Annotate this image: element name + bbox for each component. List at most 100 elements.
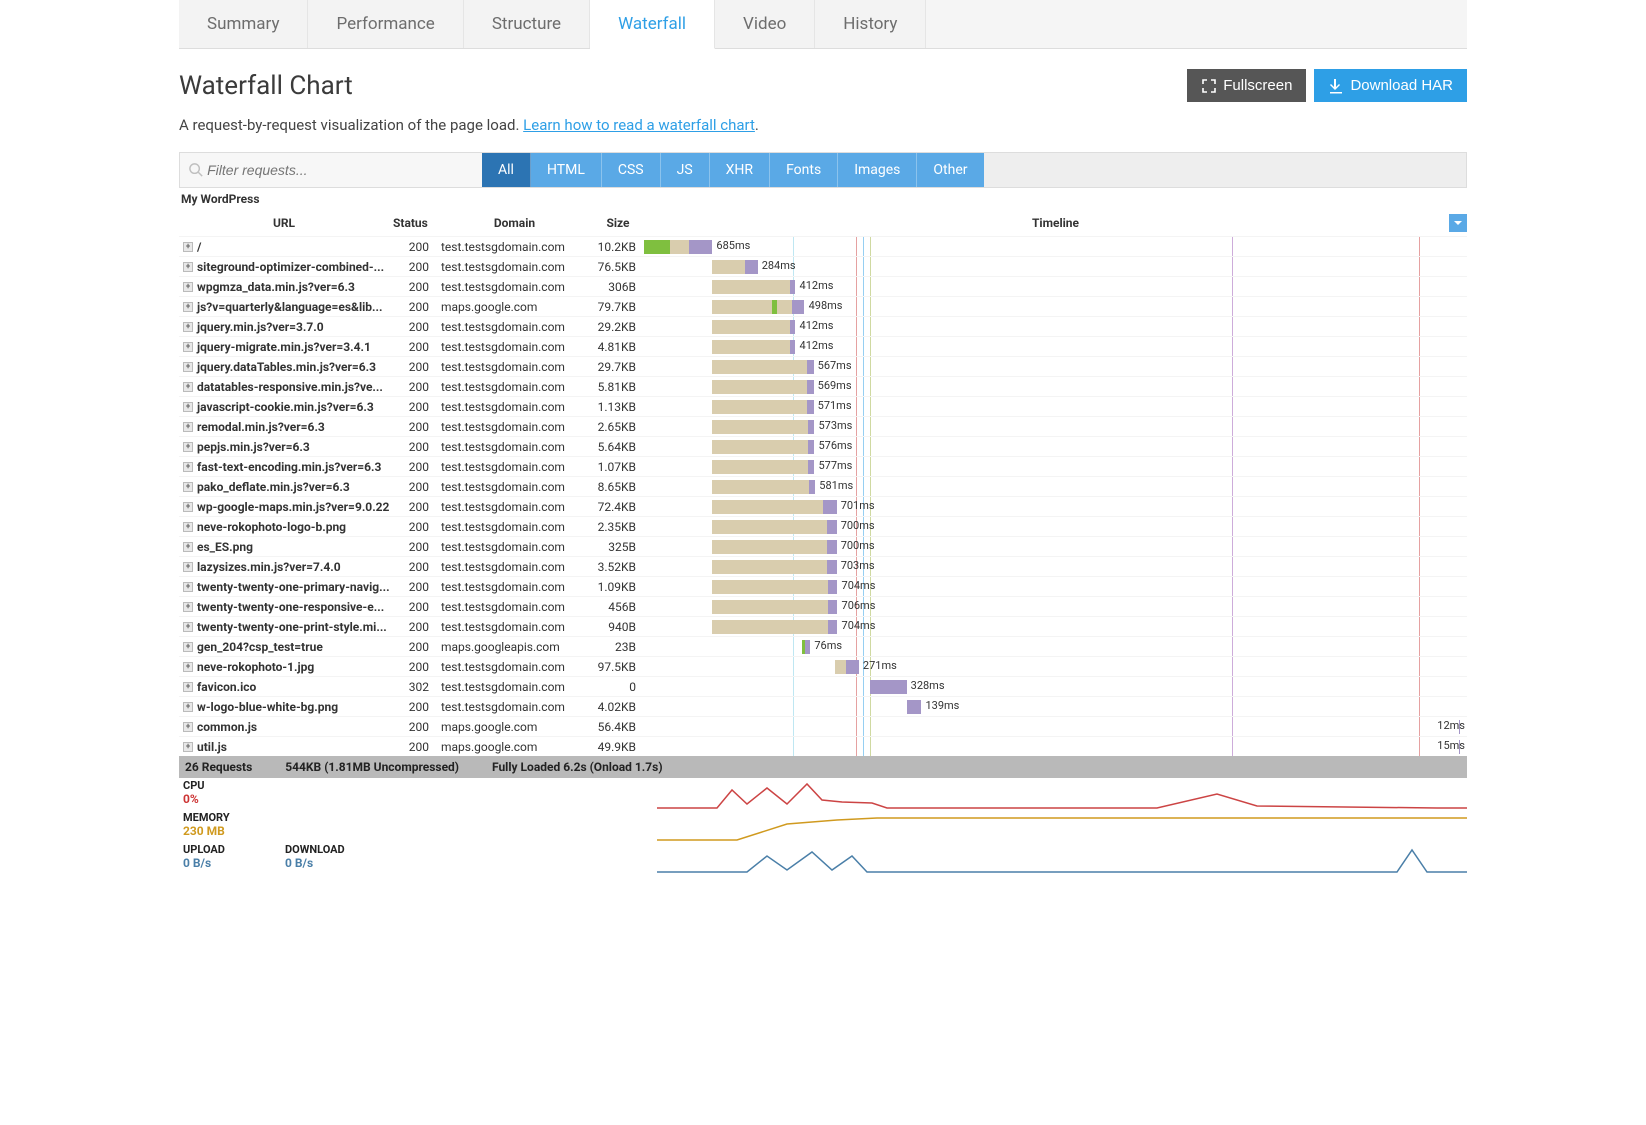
timeline-cell: 412ms bbox=[644, 277, 1467, 296]
filter-images[interactable]: Images bbox=[838, 153, 917, 187]
request-row[interactable]: +js?v=quarterly&language=es&lib...200map… bbox=[179, 296, 1467, 316]
expand-icon[interactable]: + bbox=[183, 702, 193, 712]
expand-icon[interactable]: + bbox=[183, 242, 193, 252]
expand-icon[interactable]: + bbox=[183, 642, 193, 652]
status-cell: 200 bbox=[389, 620, 437, 634]
request-row[interactable]: +es_ES.png200test.testsgdomain.com325B70… bbox=[179, 536, 1467, 556]
expand-icon[interactable]: + bbox=[183, 342, 193, 352]
col-status: Status bbox=[389, 214, 437, 232]
tab-video[interactable]: Video bbox=[715, 0, 815, 48]
expand-icon[interactable]: + bbox=[183, 442, 193, 452]
expand-icon[interactable]: + bbox=[183, 382, 193, 392]
tab-structure[interactable]: Structure bbox=[464, 0, 590, 48]
expand-icon[interactable]: + bbox=[183, 602, 193, 612]
filter-css[interactable]: CSS bbox=[602, 153, 661, 187]
expand-icon[interactable]: + bbox=[183, 322, 193, 332]
expand-icon[interactable]: + bbox=[183, 282, 193, 292]
url-text: twenty-twenty-one-print-style.mi... bbox=[197, 620, 387, 634]
filter-html[interactable]: HTML bbox=[531, 153, 602, 187]
status-cell: 200 bbox=[389, 400, 437, 414]
tab-waterfall[interactable]: Waterfall bbox=[590, 0, 715, 49]
status-cell: 200 bbox=[389, 640, 437, 654]
timeline-cell: 700ms bbox=[644, 517, 1467, 536]
duration-label: 701ms bbox=[841, 499, 875, 512]
fullscreen-button[interactable]: Fullscreen bbox=[1187, 69, 1306, 102]
url-text: jquery.dataTables.min.js?ver=6.3 bbox=[197, 360, 376, 374]
expand-icon[interactable]: + bbox=[183, 622, 193, 632]
request-row[interactable]: +lazysizes.min.js?ver=7.4.0200test.tests… bbox=[179, 556, 1467, 576]
timeline-cell: 15ms bbox=[644, 737, 1467, 756]
domain-cell: test.testsgdomain.com bbox=[437, 360, 592, 374]
tab-summary[interactable]: Summary bbox=[179, 0, 308, 48]
expand-icon[interactable]: + bbox=[183, 742, 193, 752]
request-row[interactable]: +wpgmza_data.min.js?ver=6.3200test.tests… bbox=[179, 276, 1467, 296]
expand-icon[interactable]: + bbox=[183, 422, 193, 432]
fullscreen-icon bbox=[1201, 78, 1217, 94]
download-icon bbox=[1328, 78, 1344, 94]
timeline-dropdown[interactable] bbox=[1449, 214, 1467, 232]
request-row[interactable]: +pepjs.min.js?ver=6.3200test.testsgdomai… bbox=[179, 436, 1467, 456]
expand-icon[interactable]: + bbox=[183, 542, 193, 552]
domain-cell: test.testsgdomain.com bbox=[437, 560, 592, 574]
request-row[interactable]: +fast-text-encoding.min.js?ver=6.3200tes… bbox=[179, 456, 1467, 476]
expand-icon[interactable]: + bbox=[183, 662, 193, 672]
request-row[interactable]: +util.js200maps.google.com49.9KB15ms bbox=[179, 736, 1467, 756]
filter-xhr[interactable]: XHR bbox=[710, 153, 770, 187]
request-row[interactable]: +twenty-twenty-one-primary-navig...200te… bbox=[179, 576, 1467, 596]
request-row[interactable]: +common.js200maps.google.com56.4KB12ms bbox=[179, 716, 1467, 736]
request-row[interactable]: +jquery.min.js?ver=3.7.0200test.testsgdo… bbox=[179, 316, 1467, 336]
request-row[interactable]: +twenty-twenty-one-responsive-e...200tes… bbox=[179, 596, 1467, 616]
col-domain: Domain bbox=[437, 214, 592, 232]
request-row[interactable]: +remodal.min.js?ver=6.3200test.testsgdom… bbox=[179, 416, 1467, 436]
request-row[interactable]: +neve-rokophoto-logo-b.png200test.testsg… bbox=[179, 516, 1467, 536]
duration-label: 704ms bbox=[842, 619, 876, 632]
request-row[interactable]: +neve-rokophoto-1.jpg200test.testsgdomai… bbox=[179, 656, 1467, 676]
request-row[interactable]: +w-logo-blue-white-bg.png200test.testsgd… bbox=[179, 696, 1467, 716]
request-row[interactable]: +jquery.dataTables.min.js?ver=6.3200test… bbox=[179, 356, 1467, 376]
expand-icon[interactable]: + bbox=[183, 402, 193, 412]
request-table: +/200test.testsgdomain.com10.2KB685ms+si… bbox=[179, 236, 1467, 756]
expand-icon[interactable]: + bbox=[183, 562, 193, 572]
expand-icon[interactable]: + bbox=[183, 522, 193, 532]
size-cell: 0 bbox=[592, 680, 644, 694]
request-row[interactable]: +javascript-cookie.min.js?ver=6.3200test… bbox=[179, 396, 1467, 416]
timeline-cell: 284ms bbox=[644, 257, 1467, 276]
download-har-button[interactable]: Download HAR bbox=[1314, 69, 1467, 102]
cpu-metric: CPU 0% bbox=[179, 778, 1467, 810]
request-row[interactable]: +gen_204?csp_test=true200maps.googleapis… bbox=[179, 636, 1467, 656]
request-row[interactable]: +favicon.ico302test.testsgdomain.com0328… bbox=[179, 676, 1467, 696]
request-row[interactable]: +siteground-optimizer-combined-...200tes… bbox=[179, 256, 1467, 276]
learn-link[interactable]: Learn how to read a waterfall chart bbox=[523, 116, 755, 134]
url-text: js?v=quarterly&language=es&lib... bbox=[197, 300, 382, 314]
filter-all[interactable]: All bbox=[482, 153, 531, 187]
domain-cell: test.testsgdomain.com bbox=[437, 320, 592, 334]
tab-history[interactable]: History bbox=[815, 0, 926, 48]
tab-performance[interactable]: Performance bbox=[308, 0, 463, 48]
size-cell: 1.07KB bbox=[592, 460, 644, 474]
expand-icon[interactable]: + bbox=[183, 362, 193, 372]
request-row[interactable]: +/200test.testsgdomain.com10.2KB685ms bbox=[179, 236, 1467, 256]
filter-fonts[interactable]: Fonts bbox=[770, 153, 838, 187]
request-row[interactable]: +datatables-responsive.min.js?ve...200te… bbox=[179, 376, 1467, 396]
status-cell: 200 bbox=[389, 540, 437, 554]
request-row[interactable]: +wp-google-maps.min.js?ver=9.0.22200test… bbox=[179, 496, 1467, 516]
status-cell: 200 bbox=[389, 300, 437, 314]
expand-icon[interactable]: + bbox=[183, 582, 193, 592]
expand-icon[interactable]: + bbox=[183, 482, 193, 492]
domain-cell: test.testsgdomain.com bbox=[437, 260, 592, 274]
request-row[interactable]: +pako_deflate.min.js?ver=6.3200test.test… bbox=[179, 476, 1467, 496]
expand-icon[interactable]: + bbox=[183, 502, 193, 512]
size-cell: 2.35KB bbox=[592, 520, 644, 534]
filter-input[interactable] bbox=[203, 154, 474, 186]
expand-icon[interactable]: + bbox=[183, 262, 193, 272]
request-row[interactable]: +jquery-migrate.min.js?ver=3.4.1200test.… bbox=[179, 336, 1467, 356]
expand-icon[interactable]: + bbox=[183, 682, 193, 692]
request-row[interactable]: +twenty-twenty-one-print-style.mi...200t… bbox=[179, 616, 1467, 636]
expand-icon[interactable]: + bbox=[183, 302, 193, 312]
duration-label: 581ms bbox=[819, 479, 853, 492]
expand-icon[interactable]: + bbox=[183, 722, 193, 732]
filter-other[interactable]: Other bbox=[917, 153, 983, 187]
timeline-cell: 412ms bbox=[644, 317, 1467, 336]
expand-icon[interactable]: + bbox=[183, 462, 193, 472]
filter-js[interactable]: JS bbox=[661, 153, 710, 187]
